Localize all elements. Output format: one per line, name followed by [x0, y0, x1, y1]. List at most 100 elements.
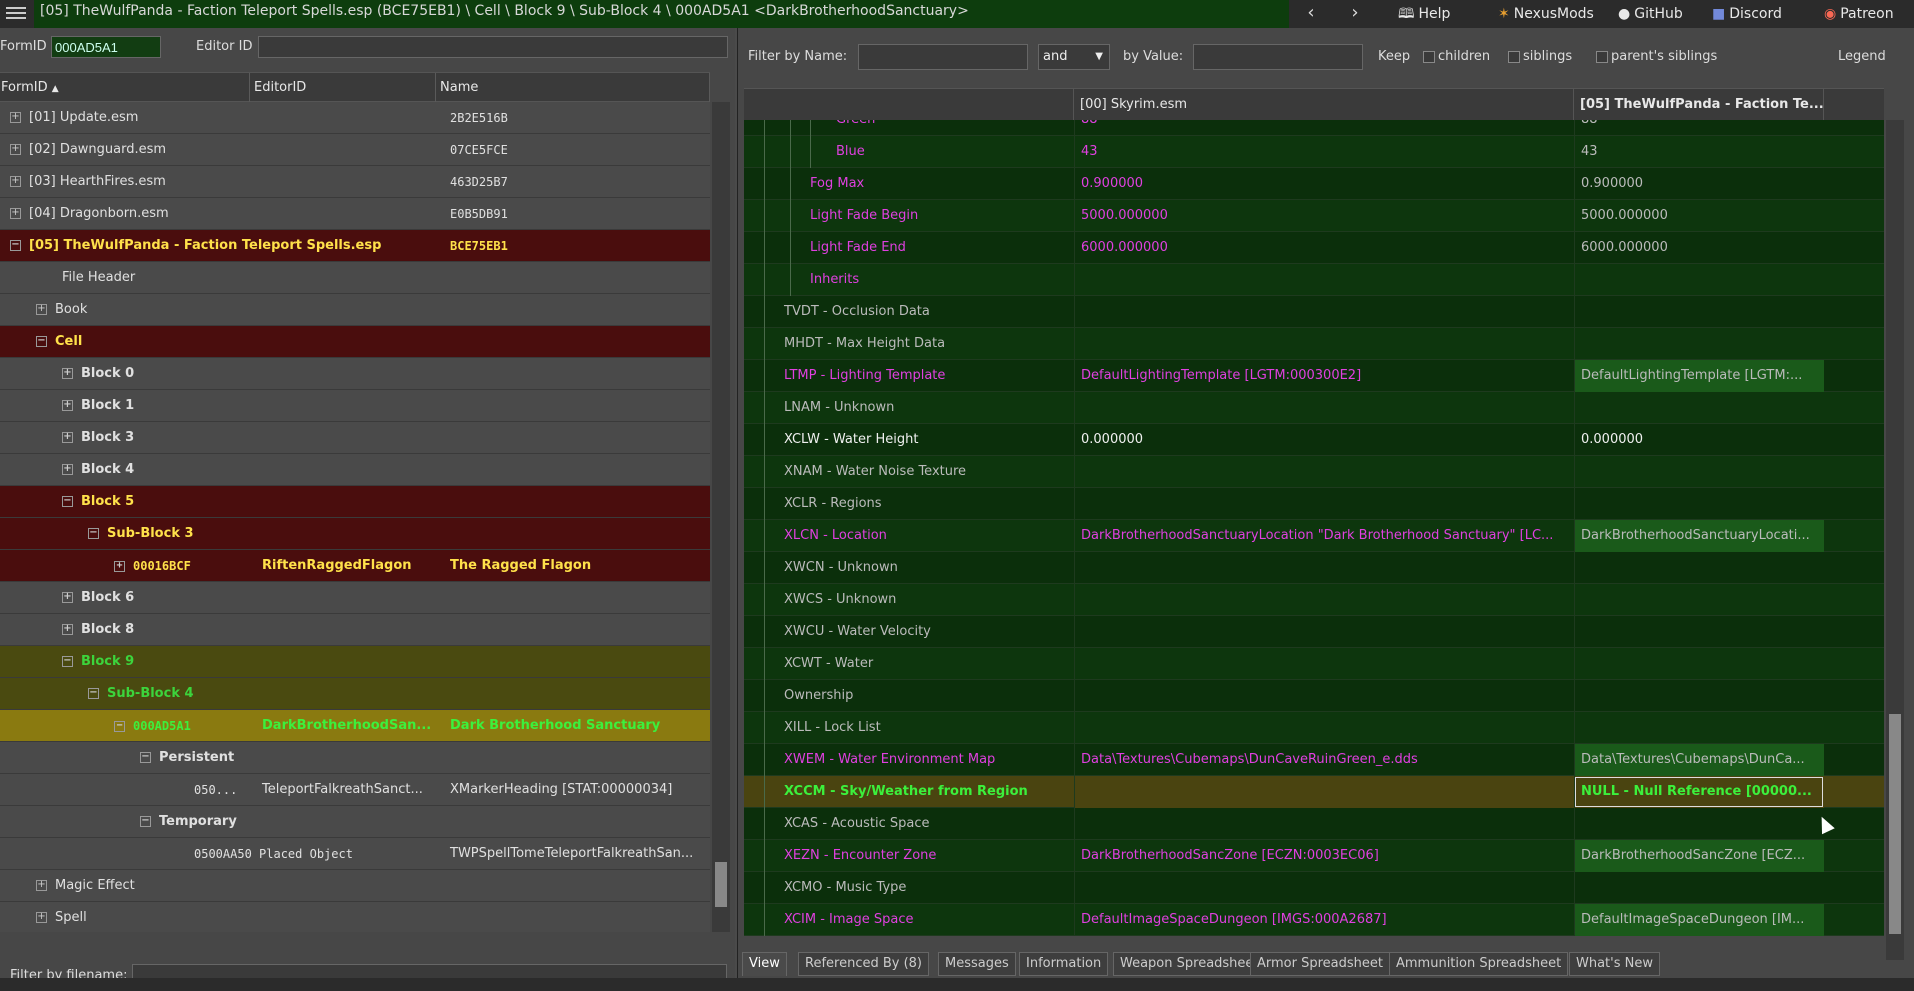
tree-row[interactable]: + [01] Update.esm 2B2E516B	[0, 102, 710, 134]
expand-icon[interactable]: +	[62, 432, 73, 443]
tree-row[interactable]: + Book	[0, 294, 710, 326]
column-header-field[interactable]	[744, 89, 1074, 121]
tree-row[interactable]: − Block 5	[0, 486, 710, 518]
tree-row[interactable]: − Persistent	[0, 742, 710, 774]
record-row[interactable]: XCWT - Water	[744, 648, 1884, 680]
record-row[interactable]: Light Fade End 6000.000000 6000.000000	[744, 232, 1884, 264]
expand-icon[interactable]: +	[10, 208, 21, 219]
tab-armor-spreadsheet[interactable]: Armor Spreadsheet	[1250, 952, 1390, 976]
scrollbar-thumb[interactable]	[715, 862, 727, 907]
collapse-icon[interactable]: −	[62, 496, 73, 507]
expand-icon[interactable]: +	[36, 304, 47, 315]
tree-row[interactable]: + [02] Dawnguard.esm 07CE5FCE	[0, 134, 710, 166]
collapse-icon[interactable]: −	[140, 752, 151, 763]
record-row[interactable]: LNAM - Unknown	[744, 392, 1884, 424]
tree-row[interactable]: + Spell	[0, 902, 710, 932]
tree-row[interactable]: + [04] Dragonborn.esm E0B5DB91	[0, 198, 710, 230]
record-row[interactable]: XCMO - Music Type	[744, 872, 1884, 904]
expand-icon[interactable]: +	[10, 112, 21, 123]
tab-messages[interactable]: Messages	[938, 952, 1016, 976]
tree-row[interactable]: + Block 3	[0, 422, 710, 454]
patreon-link[interactable]: ◉ Patreon	[1824, 2, 1894, 26]
tab-referenced-by[interactable]: Referenced By (8)	[798, 952, 930, 976]
record-scrollbar[interactable]	[1886, 120, 1904, 960]
tree-row[interactable]: +00016BCF RiftenRaggedFlagon The Ragged Fl…	[0, 550, 710, 582]
children-checkbox[interactable]	[1423, 51, 1435, 63]
forward-arrow-icon[interactable]: ›	[1344, 2, 1366, 24]
tree-row[interactable]: 0500AA50 Placed Object TWPSpellTomeTelepo…	[0, 838, 710, 870]
tree-row[interactable]: + Block 4	[0, 454, 710, 486]
scrollbar-thumb[interactable]	[1889, 714, 1901, 934]
expand-icon[interactable]: +	[114, 561, 125, 572]
expand-icon[interactable]: +	[36, 912, 47, 923]
menu-icon[interactable]	[4, 4, 28, 24]
tree-scrollbar[interactable]	[712, 102, 730, 932]
tab-ammunition-spreadsheet[interactable]: Ammunition Spreadsheet	[1389, 952, 1569, 976]
tree-row[interactable]: + Block 0	[0, 358, 710, 390]
tree-row[interactable]: − Sub-Block 4	[0, 678, 710, 710]
expand-icon[interactable]: +	[36, 880, 47, 891]
tree-row[interactable]: + Block 8	[0, 614, 710, 646]
expand-icon[interactable]: +	[62, 368, 73, 379]
collapse-icon[interactable]: −	[114, 721, 125, 732]
help-link[interactable]: 🕮 Help	[1398, 2, 1450, 26]
tab-information[interactable]: Information	[1019, 952, 1109, 976]
tree-row[interactable]: − Block 9	[0, 646, 710, 678]
collapse-icon[interactable]: −	[140, 816, 151, 827]
record-row[interactable]: XILL - Lock List	[744, 712, 1884, 744]
record-row[interactable]: XLCN - Location DarkBrotherhoodSanctuaryL…	[744, 520, 1884, 552]
expand-icon[interactable]: +	[10, 176, 21, 187]
expand-icon[interactable]: +	[62, 400, 73, 411]
tree-row[interactable]: − [05] TheWulfPanda - Faction Teleport Sp…	[0, 230, 710, 262]
tree-row[interactable]: + Block 1	[0, 390, 710, 422]
record-row[interactable]: Inherits	[744, 264, 1884, 296]
column-header-skyrim[interactable]: [00] Skyrim.esm	[1074, 89, 1574, 121]
record-row-selected[interactable]: XCCM - Sky/Weather from Region NULL - Nul…	[744, 776, 1884, 808]
tree-row[interactable]: + [03] HearthFires.esm 463D25B7	[0, 166, 710, 198]
expand-icon[interactable]: +	[10, 144, 21, 155]
column-header-formid[interactable]: FormID ▲	[0, 73, 250, 103]
record-row[interactable]: XCLW - Water Height 0.000000 0.000000	[744, 424, 1884, 456]
record-row[interactable]: XWEM - Water Environment Map Data\Texture…	[744, 744, 1884, 776]
record-row[interactable]: XEZN - Encounter Zone DarkBrotherhoodSanc…	[744, 840, 1884, 872]
filter-by-value-input[interactable]	[1193, 44, 1363, 70]
record-row[interactable]: XNAM - Water Noise Texture	[744, 456, 1884, 488]
nexusmods-link[interactable]: ✶ NexusMods	[1498, 2, 1594, 26]
record-row[interactable]: XCLR - Regions	[744, 488, 1884, 520]
tree-row-selected[interactable]: −000AD5A1 DarkBrotherhoodSan... Dark Broth…	[0, 710, 710, 742]
siblings-checkbox[interactable]	[1508, 51, 1520, 63]
tree-row[interactable]: − Sub-Block 3	[0, 518, 710, 550]
tree-row[interactable]: + Magic Effect	[0, 870, 710, 902]
tree-row[interactable]: − Cell	[0, 326, 710, 358]
discord-link[interactable]: ■ Discord	[1712, 2, 1782, 26]
record-row[interactable]: TVDT - Occlusion Data	[744, 296, 1884, 328]
filter-by-name-input[interactable]	[858, 44, 1028, 70]
legend-button[interactable]: Legend	[1838, 49, 1886, 64]
collapse-icon[interactable]: −	[10, 240, 21, 251]
collapse-icon[interactable]: −	[88, 528, 99, 539]
formid-input[interactable]	[51, 36, 161, 58]
record-row[interactable]: XWCN - Unknown	[744, 552, 1884, 584]
tree-row[interactable]: − Temporary	[0, 806, 710, 838]
record-row[interactable]: XCAS - Acoustic Space	[744, 808, 1884, 840]
expand-icon[interactable]: +	[62, 624, 73, 635]
github-link[interactable]: ● GitHub	[1618, 2, 1683, 26]
expand-icon[interactable]: +	[62, 464, 73, 475]
record-row[interactable]: Fog Max 0.900000 0.900000	[744, 168, 1884, 200]
tab-view[interactable]: View	[742, 952, 787, 976]
record-row[interactable]: XWCU - Water Velocity	[744, 616, 1884, 648]
column-header-name[interactable]: Name	[436, 73, 710, 103]
record-row[interactable]: XWCS - Unknown	[744, 584, 1884, 616]
back-arrow-icon[interactable]: ‹	[1300, 2, 1322, 24]
tree-row[interactable]: + Block 6	[0, 582, 710, 614]
record-row[interactable]: Green8888	[744, 120, 1884, 136]
record-row[interactable]: Ownership	[744, 680, 1884, 712]
record-row[interactable]: MHDT - Max Height Data	[744, 328, 1884, 360]
column-header-plugin[interactable]: [05] TheWulfPanda - Faction Te...	[1574, 89, 1824, 121]
tab-weapon-spreadsheet[interactable]: Weapon Spreadsheet	[1113, 952, 1266, 976]
collapse-icon[interactable]: −	[62, 656, 73, 667]
editorid-input[interactable]	[258, 36, 728, 58]
expand-icon[interactable]: +	[62, 592, 73, 603]
collapse-icon[interactable]: −	[88, 688, 99, 699]
tree-row[interactable]: 050... TeleportFalkreathSanct... XMarkerHe…	[0, 774, 710, 806]
